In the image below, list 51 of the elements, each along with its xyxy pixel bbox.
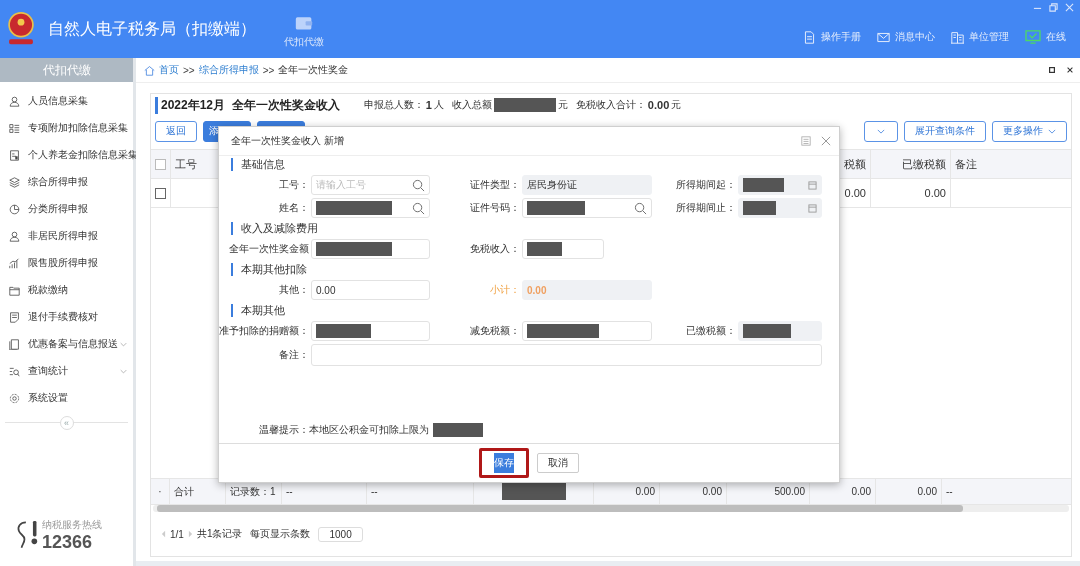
field-label: 小计：	[489, 283, 521, 297]
field-label: 全年一次性奖金额	[228, 242, 310, 256]
table-cell: 0.00	[851, 486, 871, 497]
summary-unit: 人	[433, 98, 444, 112]
sidebar-title: 代扣代缴	[0, 58, 133, 82]
summary-label: 申报总人数：	[363, 98, 424, 112]
hotline-number: 12366	[42, 532, 94, 552]
summary-label: 免税收入合计：	[575, 98, 646, 112]
table-cell: 0.00	[702, 486, 722, 497]
field-label: 免税收入：	[469, 242, 521, 256]
table-cell: 0.00	[635, 486, 655, 497]
field-label: 证件号码：	[469, 201, 521, 215]
summary-label: 收入总额	[451, 98, 492, 112]
summary-value: 1	[425, 99, 432, 111]
page-heading: 2022年12月 全年一次性奖金收入	[155, 96, 340, 114]
field-label: 其他：	[278, 283, 310, 297]
field-label: 所得期间止：	[675, 201, 737, 215]
page-indicator: 1/1	[170, 528, 184, 540]
field-label: 工号：	[278, 178, 310, 192]
table-cell: --	[371, 486, 378, 497]
table-cell: ·	[151, 479, 170, 504]
breadcrumb-separator: >>	[183, 64, 195, 76]
table-cell: 0.00	[871, 179, 951, 207]
page-size-label: 每页显示条数	[250, 527, 311, 541]
app-title: 自然人电子税务局（扣缴端）	[48, 18, 256, 39]
tip-text: 温馨提示：本地区公积金可扣除上限为	[259, 423, 429, 437]
field-label: 所得期间起：	[675, 178, 737, 192]
field-label: 减免税额：	[469, 324, 521, 338]
field-label: 备注：	[278, 348, 310, 362]
column-header: 已缴税额	[871, 150, 951, 178]
breadcrumb-current: 全年一次性奖金	[278, 63, 349, 77]
breadcrumb-separator: >>	[262, 64, 275, 76]
section-title: 收入及减除费用	[231, 222, 839, 235]
table-cell: 0.00	[917, 486, 937, 497]
column-header: 备注	[954, 156, 978, 172]
section-title: 本期其他	[231, 304, 839, 317]
table-cell: --	[946, 486, 953, 497]
field-label: 准予扣除的捐赠额：	[219, 324, 310, 338]
field-label: 证件类型：	[469, 178, 521, 192]
field-label: 姓名：	[278, 201, 310, 215]
summary-unit: 元	[671, 98, 682, 112]
dialog-title: 全年一次性奖金收入 新增	[231, 134, 344, 148]
section-title: 基础信息	[231, 158, 839, 171]
hotline-label: 纳税服务热线	[42, 518, 102, 532]
record-count: 共1条记录	[196, 527, 243, 541]
section-title: 本期其他扣除	[231, 263, 839, 276]
summary-value: 0.00	[647, 99, 670, 111]
field-label: 已缴税额：	[685, 324, 737, 338]
summary-unit: 元	[557, 98, 568, 112]
table-cell: 500.00	[774, 486, 805, 497]
table-cell: --	[286, 486, 293, 497]
